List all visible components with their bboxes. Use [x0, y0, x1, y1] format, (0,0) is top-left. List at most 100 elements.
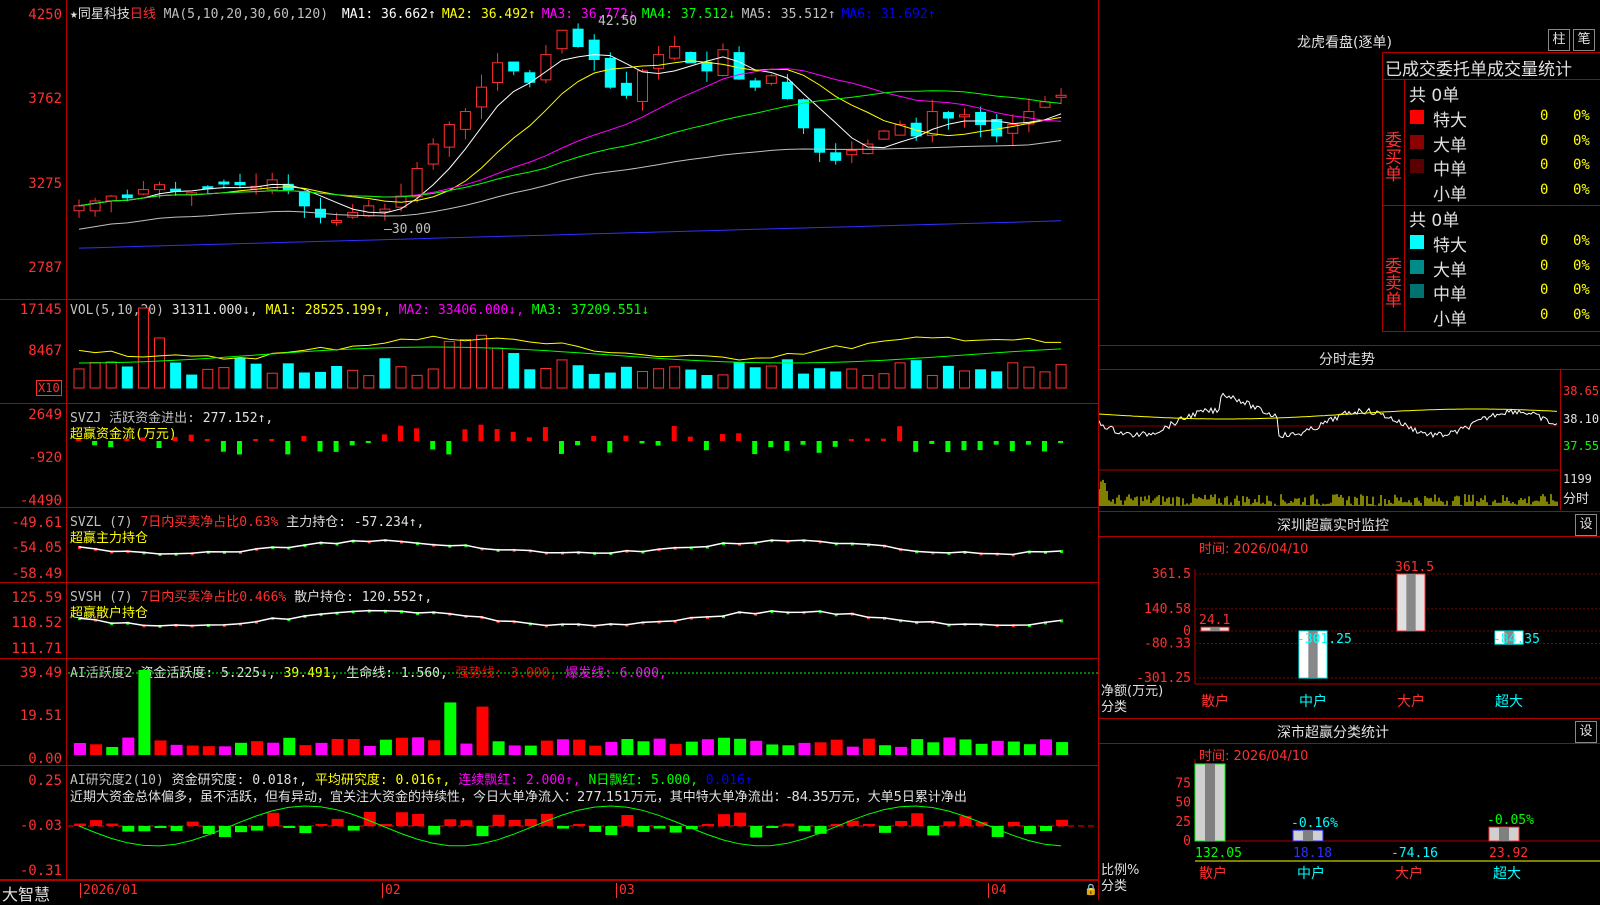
monitor-settings-button[interactable]: 设	[1575, 514, 1597, 536]
volume-bar	[234, 357, 246, 389]
fund-flow-bar	[124, 438, 130, 441]
order-count: 0	[1540, 306, 1549, 323]
volume-bar	[508, 353, 520, 389]
monitor-category: 超大	[1495, 694, 1523, 710]
candle-body	[556, 29, 568, 50]
activity-bar	[363, 746, 376, 755]
sell-side-label: 委卖单	[1381, 205, 1405, 331]
candle-body	[669, 46, 681, 59]
research-bar	[927, 826, 940, 836]
volume-panel[interactable]: 17145 8467 X10 VOL(5,10,20) 31311.000↓, …	[0, 300, 1098, 404]
fund-flow-bar	[204, 439, 210, 441]
research-bar	[557, 826, 569, 829]
fund-flow-bar	[929, 441, 935, 444]
svsh-panel[interactable]: 125.59 118.52 111.71 SVSH (7) 7日内买卖净占比0.…	[0, 583, 1098, 659]
class-category: 散户	[1199, 865, 1227, 882]
volume-bar	[363, 375, 375, 389]
date-tick: 02	[382, 883, 401, 898]
fund-flow-bar	[993, 441, 999, 445]
volume-bar	[250, 363, 262, 389]
activity-bar	[202, 746, 215, 755]
candle-body	[170, 188, 182, 192]
research-bar	[299, 826, 312, 834]
svzj-panel[interactable]: 2649 -920 -4490 SVZJ 活跃资金进出: 277.152↑, 超…	[0, 404, 1098, 508]
volume-tick: 8467	[28, 343, 62, 359]
activity-bar	[895, 746, 908, 755]
research-bar	[444, 819, 457, 826]
order-percent: 0%	[1573, 132, 1590, 149]
research-bar	[90, 820, 103, 826]
bar-view-button[interactable]: 柱	[1548, 29, 1570, 51]
fund-flow-bar	[816, 441, 822, 453]
class-stats-panel[interactable]: 深市超赢分类统计 设 时间: 2026/04/10 75 50 25 0 132.05 散…	[1099, 718, 1600, 901]
intraday-vol-tick: 1199	[1563, 472, 1592, 486]
class-tick: 75	[1175, 776, 1191, 791]
activity-bar	[170, 744, 183, 755]
class-bar-label: -0.05%	[1487, 813, 1534, 828]
research-bar	[540, 813, 553, 826]
ai-research-panel[interactable]: 0.25 -0.03 -0.31 AI研究度2(10) 资金研究度: 0.018…	[0, 766, 1098, 880]
fund-flow-bar	[398, 425, 403, 441]
activity-bar	[1023, 744, 1036, 755]
research-bar	[251, 826, 264, 831]
ma3-line	[78, 68, 1062, 207]
fund-flow-bar	[430, 441, 436, 450]
research-bar	[862, 824, 875, 826]
volume-bar	[347, 369, 359, 389]
svzl-panel[interactable]: -49.61 -54.05 -58.49 SVZL (7) 7日内买卖净占比0.…	[0, 508, 1098, 583]
research-bar	[911, 813, 924, 826]
activity-bar	[637, 741, 650, 755]
monitor-panel[interactable]: 深圳超赢实时监控 设 时间: 2026/04/10 361.5 140.58 0 -8…	[1099, 511, 1600, 719]
research-bar	[492, 814, 505, 826]
class-category: 大户	[1395, 865, 1423, 882]
volume-bar	[137, 307, 149, 389]
stats-title: 已成交委托单成交量统计	[1385, 60, 1572, 80]
intraday-title: 分时走势	[1319, 352, 1375, 368]
fund-flow-bar	[76, 439, 81, 441]
candle-body	[942, 112, 954, 119]
order-type-label: 特大	[1433, 236, 1467, 256]
candle-body	[1055, 94, 1067, 98]
fund-flow-bar	[881, 438, 886, 441]
research-bar	[283, 826, 296, 828]
activity-bar	[444, 702, 457, 755]
ai-activity-panel[interactable]: 39.49 19.51 0.00 AI活跃度2 资金活跃度: 5.225↓, 3…	[0, 659, 1098, 766]
lhb-panel[interactable]: 龙虎看盘(逐单) 柱 笔 已成交委托单成交量统计 委买单 共 0单 特大 0 0% 大…	[1099, 0, 1600, 345]
tick-view-button[interactable]: 笔	[1573, 29, 1595, 51]
volume-bar	[202, 368, 214, 389]
activity-bar	[830, 739, 843, 755]
svsh-tick: 111.71	[11, 641, 62, 657]
candlestick-chart[interactable]	[68, 0, 1098, 290]
class-bar-shade	[1205, 764, 1215, 841]
lock-icon[interactable]: 🔒	[1084, 883, 1098, 896]
research-bar	[428, 826, 441, 835]
fund-flow-bar	[92, 441, 98, 446]
activity-bar	[862, 738, 875, 755]
price-panel[interactable]: 4250 3762 3275 2787 ★同星科技日线 MA(5,10,20,3…	[0, 0, 1098, 300]
legend-swatch	[1410, 235, 1424, 249]
fund-flow-bar	[381, 434, 387, 441]
fund-flow-bar	[591, 436, 597, 441]
volume-axis: 17145 8467 X10	[0, 300, 67, 403]
activity-bar	[718, 737, 730, 755]
volume-bar	[637, 370, 648, 389]
research-bar	[331, 818, 344, 826]
volume-bar	[121, 366, 133, 389]
fund-flow-bar	[108, 441, 114, 448]
volume-bar	[685, 369, 697, 389]
ai-research-tick: 0.25	[28, 773, 62, 789]
class-tick: 0	[1183, 834, 1191, 849]
candle-body	[154, 184, 165, 191]
volume-bar	[89, 361, 101, 389]
order-percent: 0%	[1573, 108, 1590, 124]
svsh-tick: 118.52	[11, 615, 62, 631]
intraday-chart[interactable]	[1099, 370, 1559, 510]
price-low-label: —30.00	[384, 222, 431, 237]
activity-bar	[267, 742, 280, 755]
intraday-panel[interactable]: 分时走势 38.65 38.10 37.55 1199 分时	[1099, 345, 1600, 512]
volume-bar	[814, 368, 826, 389]
research-bar	[186, 821, 199, 826]
ma6-line	[78, 220, 1062, 249]
research-bar	[138, 826, 151, 832]
research-bar	[573, 824, 586, 826]
